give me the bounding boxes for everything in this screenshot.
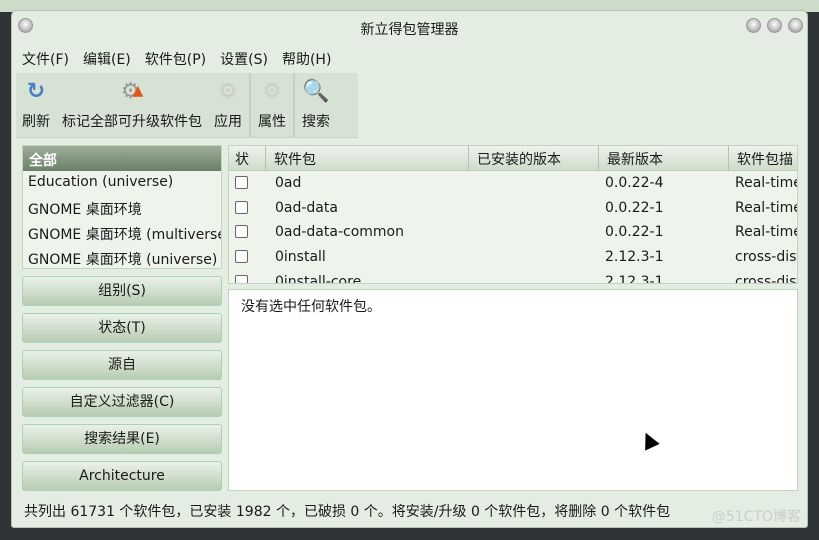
column-package[interactable]: 软件包 [266,146,469,171]
synaptic-window: 新立得包管理器 文件(F) 编辑(E) 软件包(P) 设置(S) 帮助(H) ↻… [11,10,808,528]
search-label: 搜索 [302,114,330,130]
status-bar: 共列出 61731 个软件包，已安装 1982 个，已破损 0 个。将安装/升级… [24,504,671,520]
apply-button[interactable]: ⚙ 应用 [208,73,248,137]
mark-all-upgrades-button[interactable]: ⚙ ▲ 标记全部可升级软件包 [56,73,208,137]
minimize-button[interactable] [746,18,761,33]
filter-item[interactable]: Education (universe) [23,171,221,196]
column-latest-version[interactable]: 最新版本 [599,146,729,171]
architecture-button[interactable]: Architecture [22,461,222,491]
origin-button[interactable]: 源自 [22,350,222,380]
search-results-button[interactable]: 搜索结果(E) [22,424,222,454]
package-name: 0ad-data-common [275,224,404,241]
maximize-button[interactable] [767,18,782,33]
package-summary: Real-time [735,175,798,191]
column-description[interactable]: 软件包描 [729,146,797,171]
filter-item[interactable]: GNOME 桌面环境 (universe) [23,246,221,268]
search-button[interactable]: 🔍 搜索 [296,73,336,137]
latest-version: 2.12.3-1 [605,249,664,266]
table-row[interactable]: 0install-core 2.12.3-1 cross-dist [229,270,798,284]
refresh-button[interactable]: ↻ 刷新 [16,73,56,137]
menu-edit[interactable]: 编辑(E) [83,49,131,73]
install-checkbox[interactable] [235,176,248,189]
mark-all-upgrades-label: 标记全部可升级软件包 [62,114,202,130]
package-name: 0install-core [275,273,362,284]
filter-item[interactable]: GNOME 桌面环境 (multiverse) [23,221,221,246]
column-installed-version[interactable]: 已安装的版本 [469,146,599,171]
latest-version: 2.12.3-1 [605,273,664,284]
toolbar-separator [249,73,251,137]
properties-gear-icon: ⚙ [262,78,282,104]
latest-version: 0.0.22-1 [605,199,664,216]
filter-item[interactable]: GNOME 桌面环境 [23,196,221,221]
menu-file[interactable]: 文件(F) [22,49,69,73]
filter-item-all[interactable]: 全部 [23,146,221,171]
status-button[interactable]: 状态(T) [22,313,222,343]
column-status[interactable]: 状 [229,146,266,171]
custom-filters-button[interactable]: 自定义过滤器(C) [22,387,222,417]
install-checkbox[interactable] [235,225,248,239]
latest-version: 0.0.22-4 [605,175,664,191]
menu-settings[interactable]: 设置(S) [220,49,268,73]
apply-label: 应用 [214,114,242,130]
sections-button[interactable]: 组别(S) [22,276,222,306]
table-row[interactable]: 0install 2.12.3-1 cross-dist [229,245,797,270]
filter-list: 全部 Education (universe) GNOME 桌面环境 GNOME… [22,145,222,269]
package-description: 没有选中任何软件包。 [228,289,798,491]
search-icon: 🔍 [302,78,330,104]
menu-bar: 文件(F) 编辑(E) 软件包(P) 设置(S) 帮助(H) [22,49,331,73]
apply-gears-icon: ⚙ [218,78,238,104]
table-row[interactable]: 0ad-data 0.0.22-1 Real-time [229,196,797,221]
install-checkbox[interactable] [235,274,248,283]
package-summary: cross-dist [735,249,798,266]
package-summary: Real-time [735,224,798,241]
package-name: 0ad-data [275,199,338,216]
menu-package[interactable]: 软件包(P) [145,49,206,73]
properties-label: 属性 [258,114,286,130]
table-row[interactable]: 0ad-data-common 0.0.22-1 Real-time [229,220,797,245]
table-row[interactable]: 0ad 0.0.22-4 Real-time [229,171,797,196]
refresh-label: 刷新 [22,114,50,130]
window-title: 新立得包管理器 [360,22,459,38]
toolbar: ↻ 刷新 ⚙ ▲ 标记全部可升级软件包 ⚙ 应用 ⚙ 属性 🔍 搜索 [16,73,358,138]
package-name: 0ad [275,175,302,191]
install-checkbox[interactable] [235,200,248,214]
package-summary: cross-dist [735,273,798,284]
package-summary: Real-time [735,199,798,216]
package-table: 状 软件包 已安装的版本 最新版本 软件包描 0ad 0.0.22-4 Real… [228,145,798,284]
close-button[interactable] [788,18,803,33]
install-checkbox[interactable] [235,250,248,264]
upgrade-gear-icon: ⚙ ▲ [120,78,144,104]
description-text: 没有选中任何软件包。 [241,299,381,315]
package-name: 0install [275,249,326,266]
refresh-icon: ↻ [26,78,46,104]
title-bar: 新立得包管理器 [12,11,807,45]
properties-button[interactable]: ⚙ 属性 [252,73,292,137]
watermark: @51CTO博客 [711,509,801,525]
toolbar-separator [293,73,295,137]
menu-help[interactable]: 帮助(H) [282,49,331,73]
latest-version: 0.0.22-1 [605,224,664,241]
